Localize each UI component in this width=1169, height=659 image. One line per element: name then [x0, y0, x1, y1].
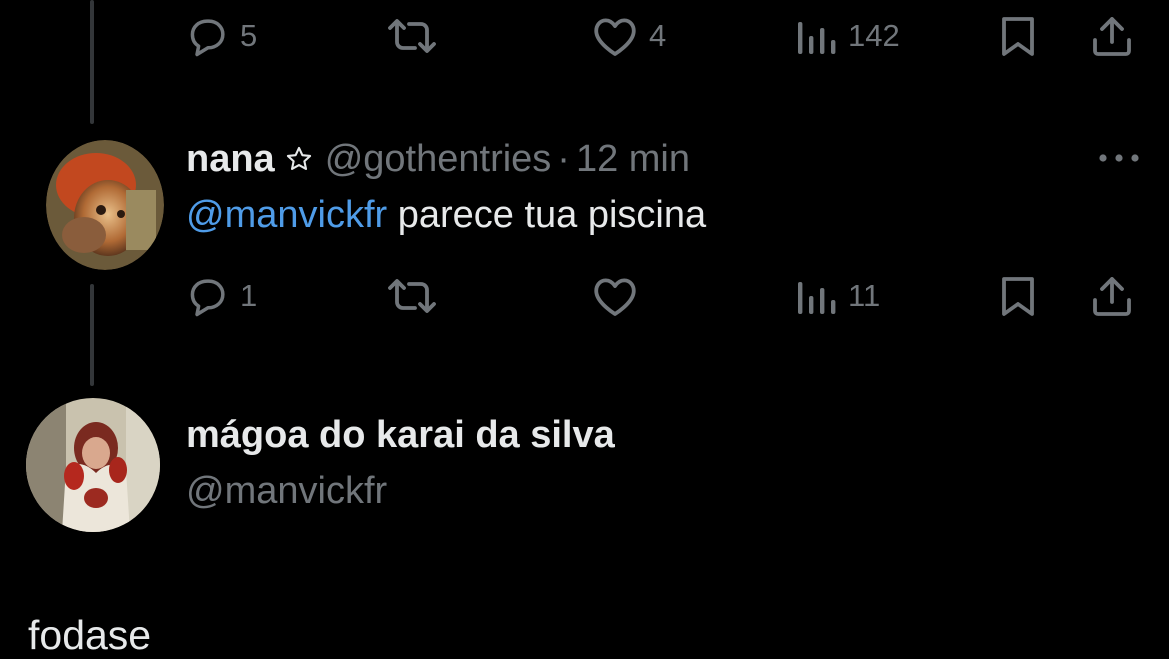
reply-button[interactable]: 5	[186, 6, 257, 66]
reply-tweet-header: nana @gothentries · 12 min	[186, 134, 690, 184]
retweet-icon	[388, 279, 436, 313]
avatar-image	[46, 140, 164, 270]
reply-count: 1	[240, 278, 258, 313]
share-icon	[1093, 17, 1131, 56]
main-display-name[interactable]: mágoa do karai da silva	[186, 414, 615, 457]
reply-handle[interactable]: @gothentries	[325, 138, 552, 181]
reply-button[interactable]: 1	[186, 266, 257, 326]
like-icon	[594, 278, 636, 316]
share-icon	[1093, 277, 1131, 316]
bookmark-icon	[1002, 17, 1034, 56]
reply-text-body: parece tua piscina	[387, 194, 707, 236]
avatar-image	[26, 398, 160, 532]
retweet-button[interactable]	[386, 266, 438, 326]
reply-timestamp[interactable]: 12 min	[576, 138, 690, 181]
share-button[interactable]	[1090, 6, 1134, 66]
reply-count: 5	[240, 18, 258, 53]
views-button[interactable]: 142	[796, 6, 900, 66]
reply-icon	[190, 279, 225, 317]
bookmark-button[interactable]	[998, 266, 1038, 326]
views-count: 142	[848, 18, 900, 53]
views-button[interactable]: 11	[796, 266, 880, 326]
avatar-nana[interactable]	[46, 140, 164, 270]
retweet-button[interactable]	[386, 6, 438, 66]
like-count: 4	[649, 18, 667, 53]
bookmark-icon	[1002, 277, 1034, 316]
bookmark-button[interactable]	[998, 6, 1038, 66]
retweet-icon	[388, 19, 436, 53]
star-icon	[285, 145, 313, 173]
reply-tweet-text: @manvickfr parece tua piscina	[186, 194, 706, 237]
main-handle[interactable]: @manvickfr	[186, 470, 387, 513]
more-options-icon[interactable]	[1094, 146, 1144, 170]
separator-dot: ·	[557, 137, 570, 180]
views-icon	[798, 282, 836, 314]
like-button[interactable]: 4	[591, 6, 666, 66]
reply-display-name[interactable]: nana	[186, 138, 275, 181]
like-button[interactable]	[591, 266, 639, 326]
views-count: 11	[848, 278, 881, 313]
reply-tweet-action-bar: 1 11	[0, 266, 1169, 326]
reply-icon	[190, 19, 225, 57]
avatar-manvickfr[interactable]	[26, 398, 160, 532]
mention-link[interactable]: @manvickfr	[186, 194, 387, 236]
main-tweet-text: fodase	[28, 612, 152, 658]
share-button[interactable]	[1090, 266, 1134, 326]
top-tweet-action-bar: 5 4 142	[0, 6, 1169, 66]
like-icon	[594, 18, 636, 56]
views-icon	[798, 22, 836, 54]
